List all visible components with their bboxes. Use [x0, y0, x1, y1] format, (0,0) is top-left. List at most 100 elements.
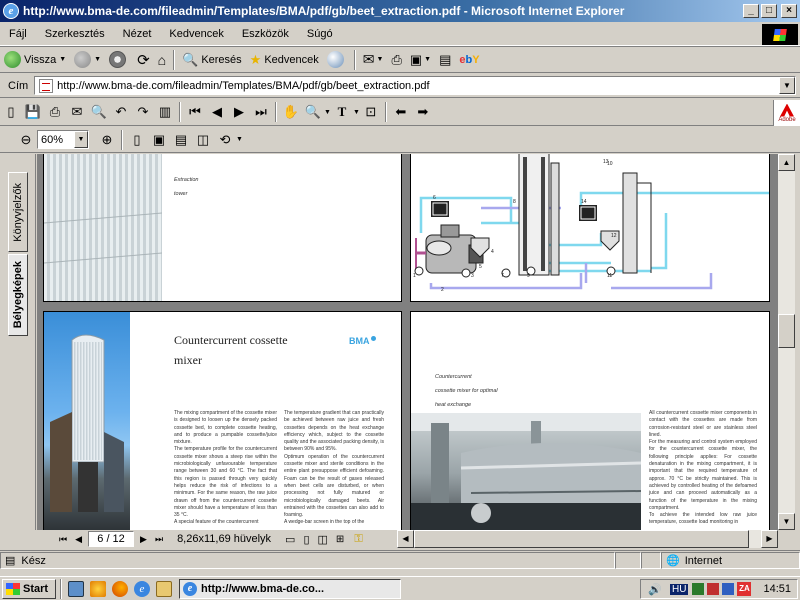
tab-bookmarks[interactable]: Könyvjelzők: [8, 172, 28, 252]
zoom-in-icon[interactable]: ⊕: [97, 130, 117, 150]
language-indicator[interactable]: HU: [670, 583, 689, 595]
fit-width-icon[interactable]: ▤: [171, 130, 191, 150]
facing-icon[interactable]: ◫: [318, 533, 328, 546]
edit-button[interactable]: ▣ ▼: [406, 49, 435, 71]
menu-favorites[interactable]: Kedvencek: [160, 28, 232, 40]
print-icon[interactable]: ⎙: [45, 102, 65, 122]
previous-page-icon[interactable]: ◀: [207, 102, 227, 122]
desktop-icon[interactable]: [68, 580, 84, 597]
horizontal-scroll-thumb[interactable]: [414, 530, 749, 548]
title-bar[interactable]: e http://www.bma-de.com/fileadmin/Templa…: [0, 0, 800, 22]
previous-page-button[interactable]: ◀: [75, 534, 82, 545]
continuous-facing-icon[interactable]: ⊞: [336, 534, 344, 545]
go-forward-icon[interactable]: ➡: [413, 102, 433, 122]
fit-visible-icon[interactable]: ◫: [193, 130, 213, 150]
mixer-photo-structure: [50, 334, 124, 512]
single-page-icon[interactable]: ▭: [285, 533, 295, 546]
minimize-button[interactable]: _: [743, 4, 759, 18]
hand-tool-icon[interactable]: ✋: [281, 102, 301, 122]
zoom-out-icon[interactable]: ⊖: [16, 130, 36, 150]
scroll-down-button[interactable]: ▼: [778, 513, 795, 530]
dropdown-arrow-icon[interactable]: ▼: [236, 136, 243, 143]
favorites-star-icon: ★: [249, 51, 262, 67]
first-page-button[interactable]: ⏮: [59, 534, 67, 545]
address-input[interactable]: http://www.bma-de.com/fileadmin/Template…: [34, 76, 796, 95]
back-button[interactable]: Vissza ▼: [0, 49, 70, 71]
email-icon[interactable]: ✉: [67, 102, 87, 122]
explorer-icon[interactable]: [156, 580, 172, 597]
zoom-in-tool-icon[interactable]: 🔍: [303, 102, 323, 122]
text-select-tool-icon[interactable]: T: [332, 102, 352, 122]
undo-icon[interactable]: ↶: [111, 102, 131, 122]
vertical-scrollbar[interactable]: ▲ ▼: [778, 154, 795, 530]
close-button[interactable]: ×: [781, 4, 797, 18]
forward-button[interactable]: ▼: [70, 49, 105, 71]
toolbar-separator: [121, 129, 123, 150]
scroll-left-button[interactable]: ◀: [397, 530, 414, 548]
bookmarks-pane-icon[interactable]: ▥: [155, 102, 175, 122]
start-button[interactable]: Start: [2, 578, 56, 599]
next-page-icon[interactable]: ▶: [229, 102, 249, 122]
zoom-input[interactable]: 60% ▼: [37, 130, 89, 149]
plant-photo-structure: [411, 413, 642, 530]
status-zone-cell: 🌐 Internet: [661, 552, 800, 569]
zoom-dropdown-button[interactable]: ▼: [74, 131, 88, 148]
rotate-view-icon[interactable]: ⟲: [215, 130, 235, 150]
dropdown-arrow-icon[interactable]: ▼: [59, 56, 66, 63]
zonealarm-icon[interactable]: ZA: [737, 582, 752, 596]
scroll-right-button[interactable]: ▶: [761, 530, 778, 548]
hide-toolbar-icon[interactable]: ▯: [1, 102, 21, 122]
diagram-label-4: 4: [491, 249, 494, 255]
antivirus-icon[interactable]: [707, 583, 720, 595]
menu-tools[interactable]: Eszközök: [233, 28, 298, 40]
internet-zone-icon: 🌐: [666, 555, 680, 567]
menu-edit[interactable]: Szerkesztés: [36, 28, 114, 40]
dropdown-arrow-icon[interactable]: ▼: [353, 109, 360, 116]
mail-button[interactable]: ✉ ▼: [359, 49, 388, 71]
vertical-scroll-thumb[interactable]: [778, 314, 795, 348]
pdf-document-area[interactable]: Extraction tower 1 2 3 4 5 6 7 8 9 10 11…: [37, 154, 778, 530]
search-button[interactable]: 🔍 Keresés: [178, 49, 246, 71]
first-page-icon[interactable]: ⏮: [185, 102, 205, 122]
ebay-button[interactable]: ebY: [455, 49, 483, 71]
media-player-icon[interactable]: [90, 580, 106, 597]
update-icon[interactable]: [722, 583, 735, 595]
media-button[interactable]: [323, 49, 351, 71]
taskbar-ie-window[interactable]: e http://www.bma-de.co...: [179, 578, 401, 599]
network-icon[interactable]: [692, 583, 705, 595]
last-page-icon[interactable]: ⏭: [251, 102, 271, 122]
save-copy-icon[interactable]: 💾: [23, 102, 43, 122]
favorites-button[interactable]: ★ Kedvencek: [246, 49, 323, 71]
address-url[interactable]: http://www.bma-de.com/fileadmin/Template…: [57, 80, 429, 92]
fit-page-icon[interactable]: ▣: [149, 130, 169, 150]
redo-icon[interactable]: ↷: [133, 102, 153, 122]
scroll-up-button[interactable]: ▲: [778, 154, 795, 171]
search-pdf-icon[interactable]: 🔍: [89, 102, 109, 122]
home-button[interactable]: ⌂: [154, 49, 170, 71]
dropdown-arrow-icon[interactable]: ▼: [94, 56, 101, 63]
maximize-button[interactable]: □: [761, 4, 777, 18]
continuous-icon[interactable]: ▯: [303, 533, 309, 546]
refresh-button[interactable]: ⟳: [133, 49, 154, 71]
last-page-button[interactable]: ⏭: [155, 534, 163, 545]
zoom-value[interactable]: 60%: [41, 134, 63, 146]
go-back-icon[interactable]: ⬅: [391, 102, 411, 122]
print-button[interactable]: ⎙: [387, 49, 405, 71]
volume-icon[interactable]: 🔊: [648, 583, 662, 596]
menu-view[interactable]: Nézet: [114, 28, 161, 40]
address-dropdown-button[interactable]: ▼: [779, 77, 795, 94]
page-number-input[interactable]: 6 / 12: [88, 531, 135, 547]
next-page-button[interactable]: ▶: [140, 534, 147, 545]
horizontal-scrollbar[interactable]: ◀ ▶: [397, 530, 778, 548]
menu-file[interactable]: Fájl: [0, 28, 36, 40]
dropdown-arrow-icon[interactable]: ▼: [324, 109, 331, 116]
internet-explorer-icon[interactable]: e: [134, 580, 150, 597]
stop-button[interactable]: [105, 49, 133, 71]
firefox-icon[interactable]: [112, 580, 128, 597]
actual-size-icon[interactable]: ▯: [127, 130, 147, 150]
discuss-button[interactable]: ▤: [435, 49, 455, 71]
menu-help[interactable]: Súgó: [298, 28, 342, 40]
page4-caption-line2: cossette mixer for optimal: [435, 388, 498, 394]
tab-thumbnails[interactable]: Bélyegképek: [8, 254, 28, 336]
snapshot-tool-icon[interactable]: ⊡: [361, 102, 381, 122]
